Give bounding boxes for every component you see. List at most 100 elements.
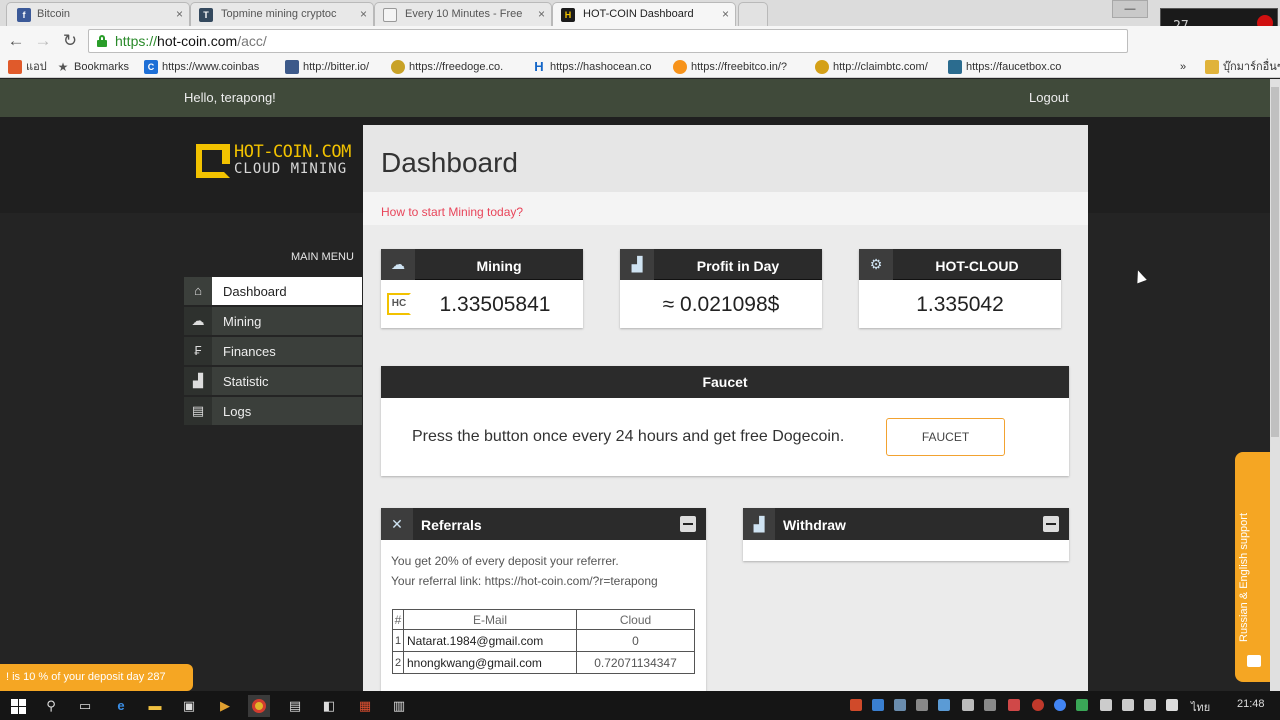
tray-app-icon[interactable] <box>1076 699 1088 711</box>
faucetbox-icon <box>948 60 962 74</box>
menu-item-label: Mining <box>223 314 262 329</box>
finance-icon: ₣ <box>184 337 212 365</box>
task-view-icon[interactable]: ▭ <box>74 695 96 717</box>
faucet-title: Faucet <box>381 366 1069 398</box>
minimize-button[interactable]: — <box>1112 0 1148 18</box>
collapse-button[interactable] <box>680 516 696 532</box>
bookmark-freedoge[interactable]: https://freedoge.co. <box>391 59 503 75</box>
referrals-box: ✕ Referrals You get 20% of every deposit… <box>381 508 706 691</box>
close-icon[interactable]: × <box>360 7 367 21</box>
windows-start-icon[interactable] <box>8 695 30 717</box>
menu-item-mining[interactable]: ☁ Mining <box>184 307 362 335</box>
tab-hot-coin-dashboard[interactable]: H HOT-COIN Dashboard × <box>552 2 736 27</box>
url-scheme: https:// <box>115 33 158 49</box>
tray-app-icon[interactable] <box>916 699 928 711</box>
menu-item-finances[interactable]: ₣ Finances <box>184 337 362 365</box>
star-icon: ★ <box>57 60 69 74</box>
tray-steam-icon[interactable] <box>894 699 906 711</box>
tab-bitcoin[interactable]: f Bitcoin × <box>6 2 190 26</box>
bookmark-label: https://www.coinbas <box>162 61 260 73</box>
scrollbar-thumb[interactable] <box>1271 87 1279 437</box>
support-tab[interactable]: Russian & English support <box>1235 452 1275 682</box>
how-to-start-link[interactable]: How to start Mining today? <box>363 192 1088 225</box>
calculator-icon[interactable]: ▥ <box>388 695 410 717</box>
tray-app-icon[interactable] <box>938 699 950 711</box>
row-cloud: 0.72071134347 <box>576 651 695 674</box>
deposit-promo-ticker[interactable]: ! is 10 % of your deposit day 287 <box>0 664 193 691</box>
network-icon[interactable] <box>1122 699 1134 711</box>
bookmark-label: https://freebitco.in/? <box>691 61 787 73</box>
file-explorer-icon[interactable]: ▬ <box>144 695 166 717</box>
tray-app-icon[interactable] <box>1054 699 1066 711</box>
referral-link[interactable]: Your referral link: https://hot-coin.com… <box>391 574 658 588</box>
reload-icon[interactable]: ↻ <box>60 31 80 51</box>
column-header: Cloud <box>576 609 695 630</box>
menu-item-label: Logs <box>223 404 252 419</box>
bar-chart-icon: ▟ <box>743 508 775 540</box>
bookmarks-overflow-icon[interactable]: » <box>1180 59 1186 75</box>
speaker-icon[interactable] <box>1144 699 1156 711</box>
close-icon[interactable]: × <box>176 7 183 21</box>
row-number: 1 <box>392 629 404 652</box>
bookmark-apps[interactable]: แอป <box>8 59 47 75</box>
faucet-button[interactable]: FAUCET <box>886 418 1005 456</box>
tray-app-icon[interactable] <box>1008 699 1020 711</box>
tray-app-icon[interactable] <box>984 699 996 711</box>
faucet-description: Press the button once every 24 hours and… <box>412 428 845 445</box>
close-icon[interactable]: × <box>538 7 545 21</box>
collapse-button[interactable] <box>1043 516 1059 532</box>
topmine-icon: T <box>199 8 213 22</box>
logout-link[interactable]: Logout <box>1029 90 1069 105</box>
bar-chart-icon: ▟ <box>620 249 654 280</box>
row-number: 2 <box>392 651 404 674</box>
notepad-icon[interactable]: ▤ <box>284 695 306 717</box>
bookmark-hashocean[interactable]: Hhttps://hashocean.co <box>532 59 651 75</box>
chart-icon: ▟ <box>184 367 212 395</box>
tray-app-icon[interactable] <box>1032 699 1044 711</box>
menu-item-dashboard[interactable]: ⌂ Dashboard <box>184 277 362 305</box>
tray-app-icon[interactable] <box>872 699 884 711</box>
edge-icon[interactable]: e <box>110 695 132 717</box>
tab-topmine[interactable]: T Topmine mining cryptoc × <box>190 2 374 26</box>
store-icon[interactable]: ▣ <box>178 695 200 717</box>
close-icon[interactable]: × <box>722 7 729 21</box>
tab-every-10-minutes[interactable]: Every 10 Minutes - Free × <box>374 2 552 26</box>
tab-title: Every 10 Minutes - Free <box>405 8 523 20</box>
bookmark-bookmarks[interactable]: ★ Bookmarks <box>56 59 129 75</box>
bookmark-other[interactable]: บุ๊กมาร์กอื่นๆ <box>1205 59 1280 75</box>
stat-card-value: 1.335042 <box>916 293 1004 316</box>
tray-app-icon[interactable] <box>850 699 862 711</box>
new-tab-button[interactable] <box>738 2 768 26</box>
search-icon[interactable]: ⚲ <box>40 695 62 717</box>
notifications-icon[interactable] <box>1166 699 1178 711</box>
bookmark-label: http://claimbtc.com/ <box>833 61 928 73</box>
url-input[interactable]: https://hot-coin.com/acc/ <box>88 29 1128 53</box>
hot-coin-logo[interactable]: HOT-COIN.COM CLOUD MINING <box>196 142 356 180</box>
page-scrollbar[interactable] <box>1270 79 1280 691</box>
stat-card-mining: ☁ Mining HC 1.33505841 <box>381 249 583 328</box>
back-icon[interactable]: ← <box>6 31 26 51</box>
forward-icon[interactable]: → <box>33 31 53 51</box>
volume-icon[interactable] <box>1100 699 1112 711</box>
input-language[interactable]: ไทย <box>1191 698 1210 716</box>
tray-app-icon[interactable] <box>962 699 974 711</box>
bookmark-label: Bookmarks <box>74 61 130 73</box>
menu-item-statistic[interactable]: ▟ Statistic <box>184 367 362 395</box>
bookmark-claimbtc[interactable]: http://claimbtc.com/ <box>815 59 928 75</box>
presentation-icon[interactable]: ▦ <box>354 695 376 717</box>
bookmark-label: https://faucetbox.co <box>966 61 1062 73</box>
faucet-box: Faucet Press the button once every 24 ho… <box>381 366 1069 476</box>
bookmark-faucetbox[interactable]: https://faucetbox.co <box>948 59 1061 75</box>
menu-item-logs[interactable]: ▤ Logs <box>184 397 362 425</box>
bookmark-freebitco[interactable]: https://freebitco.in/? <box>673 59 787 75</box>
app-icon[interactable]: ◧ <box>318 695 340 717</box>
chrome-icon[interactable] <box>248 695 270 717</box>
bookmark-bitter[interactable]: http://bitter.io/ <box>285 59 369 75</box>
row-cloud: 0 <box>576 629 695 652</box>
taskbar-clock[interactable]: 21:48 <box>1237 698 1265 710</box>
dashboard-panel: Dashboard How to start Mining today? ☁ M… <box>363 125 1088 691</box>
media-icon[interactable]: ▶ <box>214 695 236 717</box>
menu-item-label: Dashboard <box>223 284 287 299</box>
bookmark-coinbase[interactable]: Chttps://www.coinbas <box>144 59 259 75</box>
person-icon: ✕ <box>381 508 413 540</box>
